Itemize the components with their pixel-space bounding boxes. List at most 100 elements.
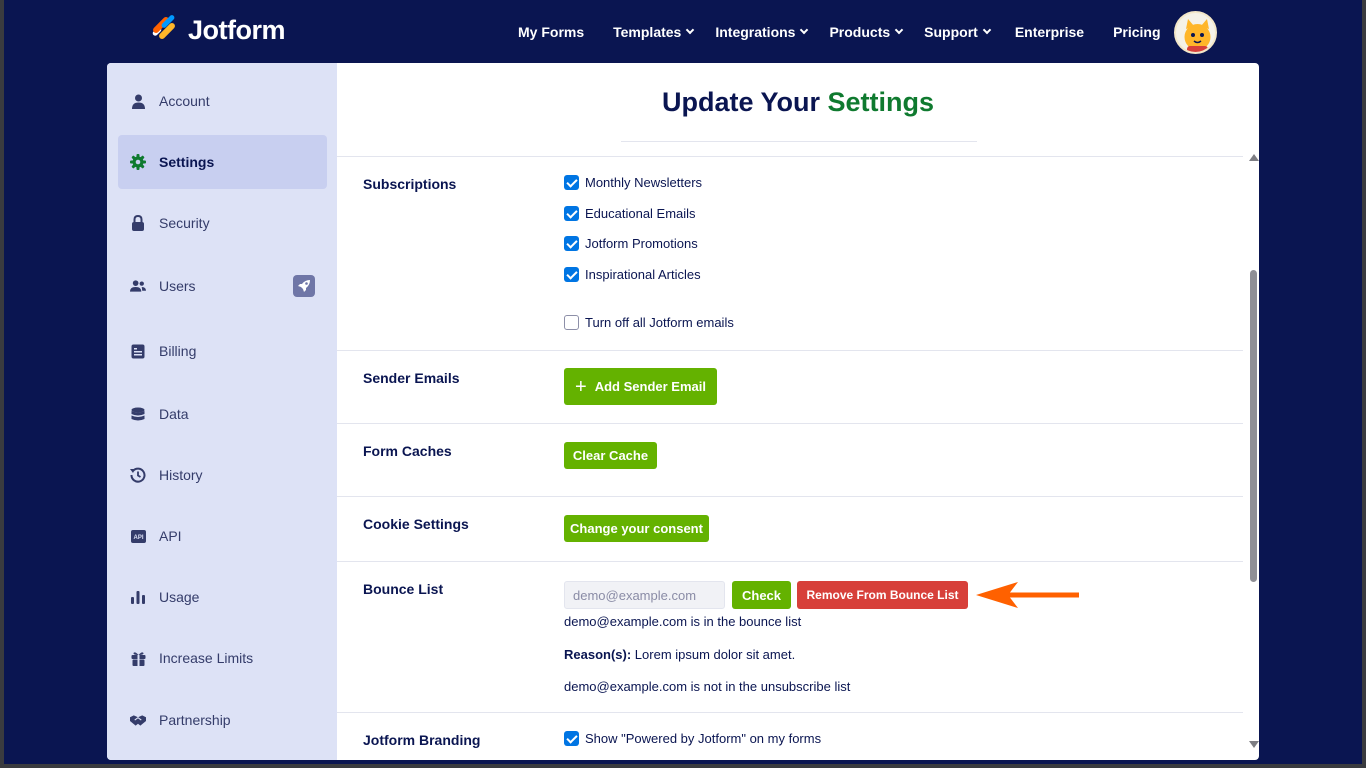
history-icon	[130, 467, 146, 483]
sidebar-item-label: Users	[159, 278, 196, 294]
gear-icon	[130, 154, 146, 170]
nav-label: Integrations	[715, 24, 796, 40]
bounce-list-section: Bounce List demo@example.com Check Remov…	[337, 562, 1243, 713]
sidebar-item-label: Billing	[159, 343, 197, 359]
database-icon	[130, 406, 146, 422]
sidebar-item-users[interactable]: Users	[118, 259, 327, 313]
add-sender-email-button[interactable]: + Add Sender Email	[564, 368, 717, 405]
plus-icon: +	[575, 375, 587, 398]
nav-label: Products	[829, 24, 891, 40]
users-icon	[130, 278, 146, 294]
checkbox[interactable]	[564, 315, 579, 330]
branding-section: Jotform Branding Show "Powered by Jotfor…	[337, 713, 1243, 760]
nav-label: My Forms	[518, 24, 585, 40]
chevron-down-icon	[894, 25, 904, 35]
section-label: Sender Emails	[363, 370, 460, 386]
cookie-settings-section: Cookie Settings Change your consent	[337, 497, 1243, 562]
sidebar-item-partnership[interactable]: Partnership	[118, 693, 327, 747]
sidebar-item-label: Security	[159, 215, 210, 231]
checkbox[interactable]	[564, 731, 579, 746]
nav-label: Enterprise	[1014, 24, 1085, 40]
nav-support[interactable]: Support	[924, 24, 992, 40]
bounce-result-text: demo@example.com is in the bounce list	[564, 614, 802, 629]
sidebar-item-api[interactable]: API API	[118, 509, 327, 563]
lock-icon	[130, 215, 146, 231]
check-button[interactable]: Check	[732, 581, 791, 609]
checkbox-label: Educational Emails	[585, 206, 696, 221]
section-label: Cookie Settings	[363, 516, 469, 532]
settings-card: Account Settings Security Users Billing …	[107, 63, 1259, 760]
nav-enterprise[interactable]: Enterprise	[1015, 24, 1084, 40]
turn-off-emails-option[interactable]: Turn off all Jotform emails	[564, 315, 734, 330]
checkbox-label: Inspirational Articles	[585, 267, 701, 282]
scrollbar-thumb[interactable]	[1250, 270, 1257, 582]
sidebar-item-label: Data	[159, 406, 189, 422]
subscription-option[interactable]: Jotform Promotions	[564, 236, 698, 251]
rocket-icon	[293, 275, 315, 297]
section-label: Jotform Branding	[363, 732, 481, 748]
nav-templates[interactable]: Templates	[613, 24, 695, 40]
subscription-option[interactable]: Educational Emails	[564, 206, 696, 221]
sidebar-item-usage[interactable]: Usage	[118, 570, 327, 624]
checkbox-label: Monthly Newsletters	[585, 175, 703, 190]
gift-icon	[130, 650, 146, 666]
scroll-down-icon[interactable]	[1249, 741, 1259, 748]
sidebar-item-history[interactable]: History	[118, 448, 327, 502]
sidebar-item-label: Account	[159, 93, 210, 109]
jotform-logo-icon	[150, 14, 178, 44]
sidebar-item-label: API	[159, 528, 182, 544]
checkbox[interactable]	[564, 236, 579, 251]
section-label: Form Caches	[363, 443, 452, 459]
sidebar-item-settings[interactable]: Settings	[118, 135, 327, 189]
nav-my-forms[interactable]: My Forms	[518, 24, 584, 40]
sidebar-item-account[interactable]: Account	[118, 74, 327, 128]
bounce-reason: Reason(s): Lorem ipsum dolor sit amet.	[564, 647, 795, 662]
chevron-down-icon	[982, 25, 992, 35]
api-icon: API	[130, 528, 146, 544]
checkbox[interactable]	[564, 267, 579, 282]
sidebar-item-security[interactable]: Security	[118, 196, 327, 250]
nav-integrations[interactable]: Integrations	[715, 24, 809, 40]
change-consent-button[interactable]: Change your consent	[564, 515, 709, 542]
scrollbar[interactable]	[1247, 154, 1259, 760]
section-label: Bounce List	[363, 581, 444, 597]
remove-from-bounce-list-button[interactable]: Remove From Bounce List	[797, 581, 968, 609]
sidebar-item-increase-limits[interactable]: Increase Limits	[118, 631, 327, 685]
sidebar-item-data[interactable]: Data	[118, 387, 327, 441]
app-window: Jotform My Forms Templates Integrations …	[4, 0, 1362, 764]
jotform-logo[interactable]: Jotform	[150, 14, 286, 46]
sender-emails-section: Sender Emails + Add Sender Email	[337, 351, 1243, 424]
subscription-option[interactable]: Inspirational Articles	[564, 267, 701, 282]
section-label: Subscriptions	[363, 176, 457, 192]
sidebar-item-label: History	[159, 467, 203, 483]
powered-by-option[interactable]: Show "Powered by Jotform" on my forms	[564, 731, 821, 746]
billing-icon	[130, 343, 146, 359]
nav-pricing[interactable]: Pricing	[1113, 24, 1160, 40]
checkbox[interactable]	[564, 206, 579, 221]
sidebar-item-billing[interactable]: Billing	[118, 324, 327, 378]
clear-cache-button[interactable]: Clear Cache	[564, 442, 657, 469]
button-label: Add Sender Email	[594, 379, 706, 394]
top-nav: My Forms Templates Integrations Products…	[518, 22, 1161, 42]
nav-products[interactable]: Products	[829, 24, 904, 40]
chevron-down-icon	[800, 25, 809, 35]
checkbox[interactable]	[564, 175, 579, 190]
bounce-email-input[interactable]: demo@example.com	[564, 581, 725, 609]
subscription-option[interactable]: Monthly Newsletters	[564, 175, 702, 190]
sidebar-item-label: Increase Limits	[159, 650, 254, 666]
chevron-down-icon	[686, 25, 695, 35]
sidebar-item-label: Settings	[159, 154, 215, 170]
logo-text: Jotform	[188, 14, 286, 45]
user-avatar-icon[interactable]	[1174, 11, 1217, 54]
nav-label: Support	[924, 24, 978, 40]
user-icon	[130, 93, 146, 109]
sidebar-item-label: Usage	[159, 589, 200, 605]
scroll-up-icon[interactable]	[1249, 154, 1259, 161]
subscriptions-section: Subscriptions Monthly Newsletters Educat…	[337, 157, 1243, 351]
checkbox-label: Turn off all Jotform emails	[585, 315, 734, 330]
handshake-icon	[130, 712, 146, 728]
nav-label: Pricing	[1113, 24, 1161, 40]
reason-text: Lorem ipsum dolor sit amet.	[631, 647, 796, 662]
page-title: Update Your Settings	[337, 87, 1259, 118]
nav-label: Templates	[613, 24, 682, 40]
